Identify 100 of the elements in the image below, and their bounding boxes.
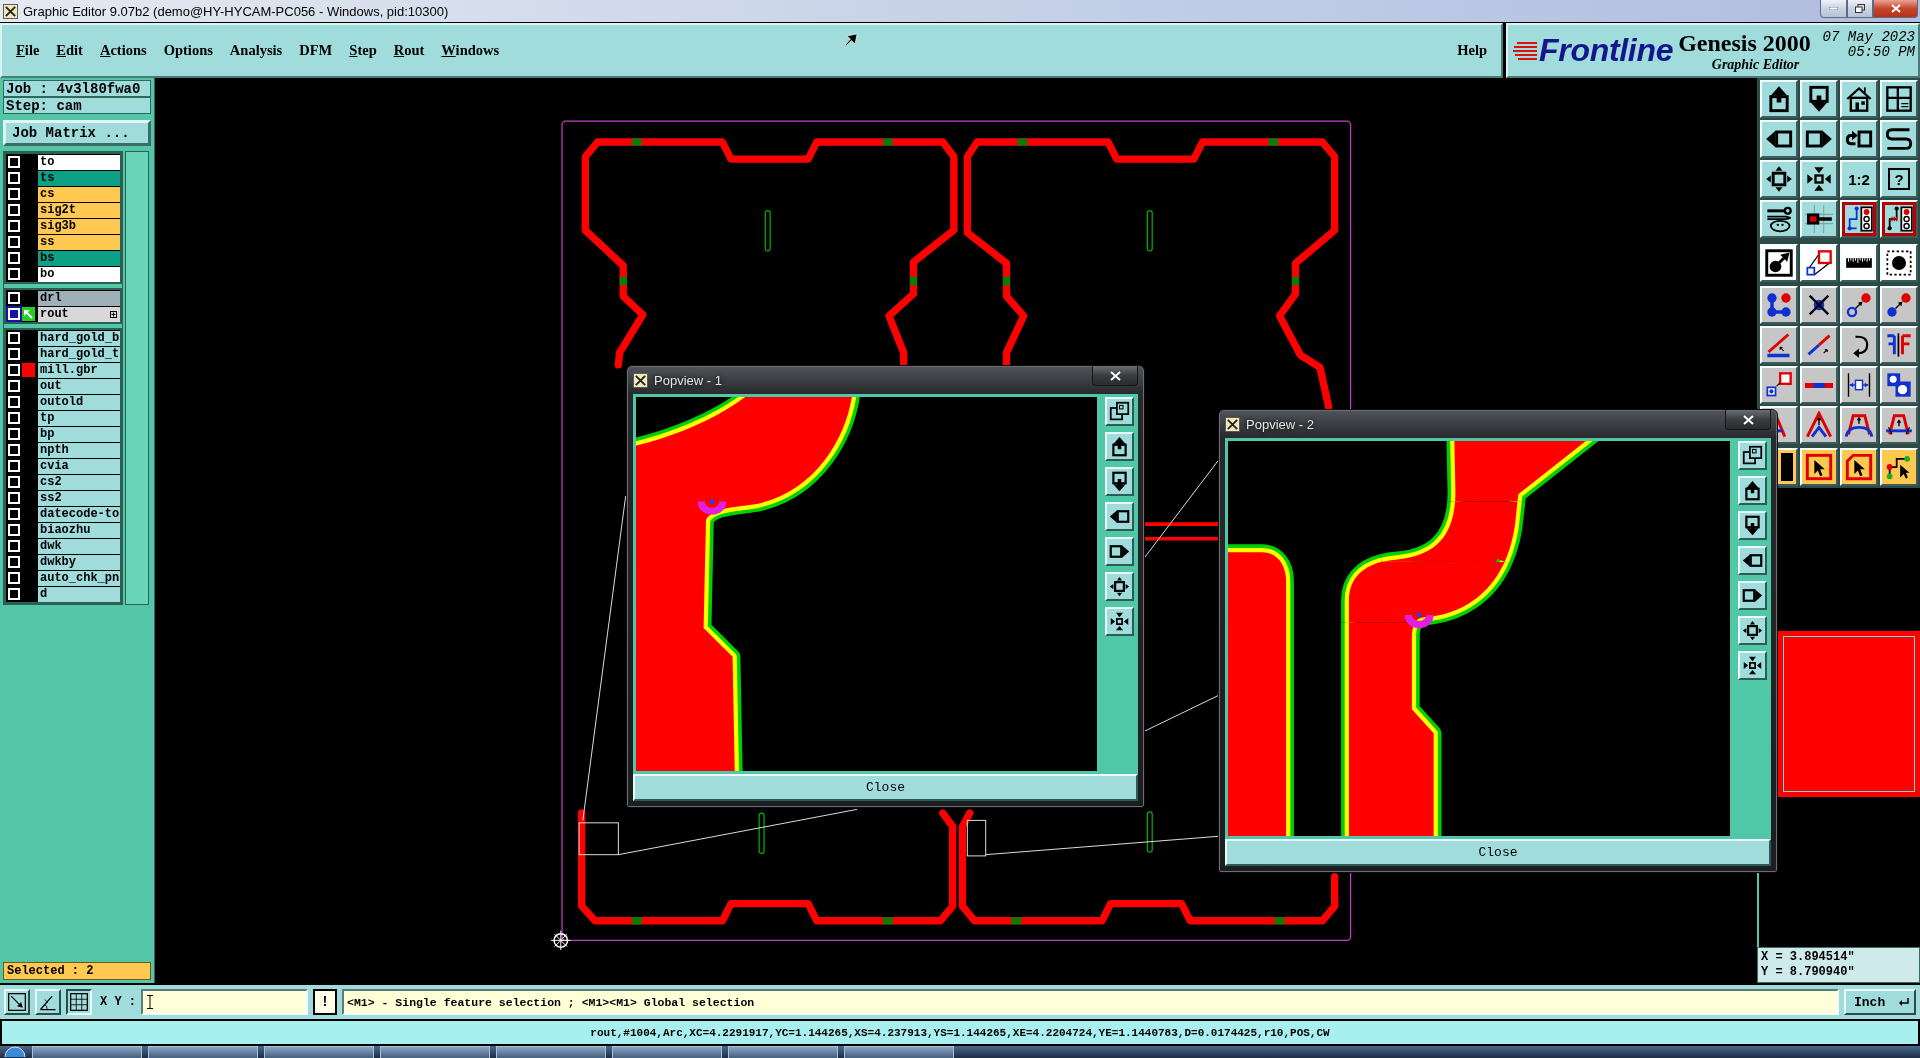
menu-item[interactable]: File [16,42,40,59]
restore-button[interactable] [1847,0,1873,18]
layer-checkbox[interactable] [7,492,20,504]
layer-name[interactable]: drl [38,290,120,306]
layer-checkbox[interactable] [7,236,20,248]
taskbar-button[interactable] [148,1046,258,1058]
layer-name[interactable]: cvia [38,458,120,474]
menu-item[interactable]: Edit [56,42,83,59]
layer-checkbox[interactable] [7,348,20,360]
layer-checkbox[interactable] [7,476,20,488]
layer-checkbox[interactable] [7,508,20,520]
help-button[interactable]: ? [1880,160,1918,198]
split-line-icon [1805,382,1833,388]
layer-checkbox[interactable] [7,364,20,376]
layer-checkbox[interactable] [7,188,20,200]
layer-name[interactable]: cs [38,186,120,202]
layer-name[interactable]: ss [38,234,120,250]
coordinate-readout: X = 3.894514" [1761,950,1856,965]
layer-name[interactable]: ts [38,170,120,186]
menu-item[interactable]: DFM [299,42,333,59]
layer-checkbox[interactable] [7,220,20,232]
units-dropdown[interactable]: Inch [1844,989,1916,1015]
layer-name[interactable]: biaozhu [38,522,120,538]
menu-item[interactable]: Windows [441,42,500,59]
close-button[interactable]: Close [633,774,1138,801]
layer-name[interactable]: cs2 [38,474,120,490]
layer-checkbox[interactable] [7,156,20,168]
layer-checkbox[interactable] [7,292,20,304]
layer-checkbox[interactable] [7,172,20,184]
layer-name[interactable]: ss2 [38,490,120,506]
restore-icon [1855,4,1865,13]
layer-checkbox[interactable] [7,252,20,264]
layer-name[interactable]: dwkby [38,554,120,570]
layer-checkbox[interactable] [7,396,20,408]
layer-name[interactable]: outold [38,394,120,410]
connected-dots-icon [1765,291,1793,319]
taskbar-button[interactable] [728,1046,838,1058]
menu-item[interactable]: Actions [99,42,147,59]
layer-name[interactable]: datecode-to [38,506,120,522]
layer-name[interactable]: sig2t [38,202,120,218]
layer-name[interactable]: to [38,154,120,170]
circuit-signal-icon [1885,205,1913,233]
layer-checkbox[interactable] [7,332,20,344]
overlapping-squares-icon [1741,445,1763,466]
minimize-icon [1829,7,1838,10]
menu-item[interactable]: Options [163,42,213,59]
layer-checkbox[interactable] [7,460,20,472]
menu-item[interactable]: Rout [393,42,425,59]
layer-name[interactable]: bp [38,426,120,442]
slot-mark [758,812,765,855]
taskbar-button[interactable] [612,1046,722,1058]
layer-checkbox[interactable] [7,428,20,440]
taskbar-button[interactable] [496,1046,606,1058]
origin-marker-icon [550,930,572,951]
layer-checkbox[interactable] [7,588,20,600]
input-field[interactable] [141,989,308,1015]
layer-name[interactable]: d [38,586,120,602]
job-label: Job : 4v3l80fwa0 [3,80,151,97]
close-button[interactable] [1725,410,1771,430]
taskbar-button[interactable] [844,1046,954,1058]
slot-mark [1146,811,1153,853]
taskbar-button[interactable] [264,1046,374,1058]
help-menu[interactable]: Help [1457,42,1487,59]
minimize-button[interactable] [1820,0,1847,18]
mirror-icon [1885,331,1913,359]
layer-checkbox[interactable] [7,556,20,568]
close-button[interactable]: Close [1225,839,1771,866]
layer-name[interactable]: tp [38,410,120,426]
job-matrix-button[interactable]: Job Matrix ... [3,120,151,146]
taskbar-button[interactable] [380,1046,490,1058]
layer-checkbox[interactable] [7,572,20,584]
ratio-button[interactable]: 1:2 [1840,160,1878,198]
layer-checkbox[interactable] [7,412,20,424]
layer-name[interactable]: bo [38,266,120,282]
layer-checkbox[interactable] [7,540,20,552]
layer-name[interactable]: hard_gold_b [38,330,120,346]
expand-icon [110,310,117,318]
layer-name[interactable]: auto_chk_pn [38,570,120,586]
alert-button[interactable]: ! [313,989,337,1015]
layer-name[interactable]: npth [38,442,120,458]
layer-checkbox[interactable] [7,308,20,320]
layer-checkbox[interactable] [7,444,20,456]
layer-checkbox[interactable] [7,524,20,536]
layer-checkbox[interactable] [7,204,20,216]
layer-name[interactable]: rout [38,306,120,322]
layer-checkbox[interactable] [7,380,20,392]
layer-checkbox[interactable] [7,268,20,280]
menu-item[interactable]: Step [349,42,377,59]
layer-name[interactable]: mill.gbr [38,362,120,378]
layer-name[interactable]: bs [38,250,120,266]
slot-mark [764,210,771,252]
layer-name[interactable]: out [38,378,120,394]
taskbar-button[interactable] [32,1046,142,1058]
step-label: Step: cam [3,97,151,114]
tool-button[interactable] [66,989,92,1015]
close-button[interactable] [1092,366,1138,386]
layer-name[interactable]: sig3b [38,218,120,234]
layer-name[interactable]: hard_gold_t [38,346,120,362]
menu-item[interactable]: Analysis [229,42,283,59]
layer-name[interactable]: dwk [38,538,120,554]
